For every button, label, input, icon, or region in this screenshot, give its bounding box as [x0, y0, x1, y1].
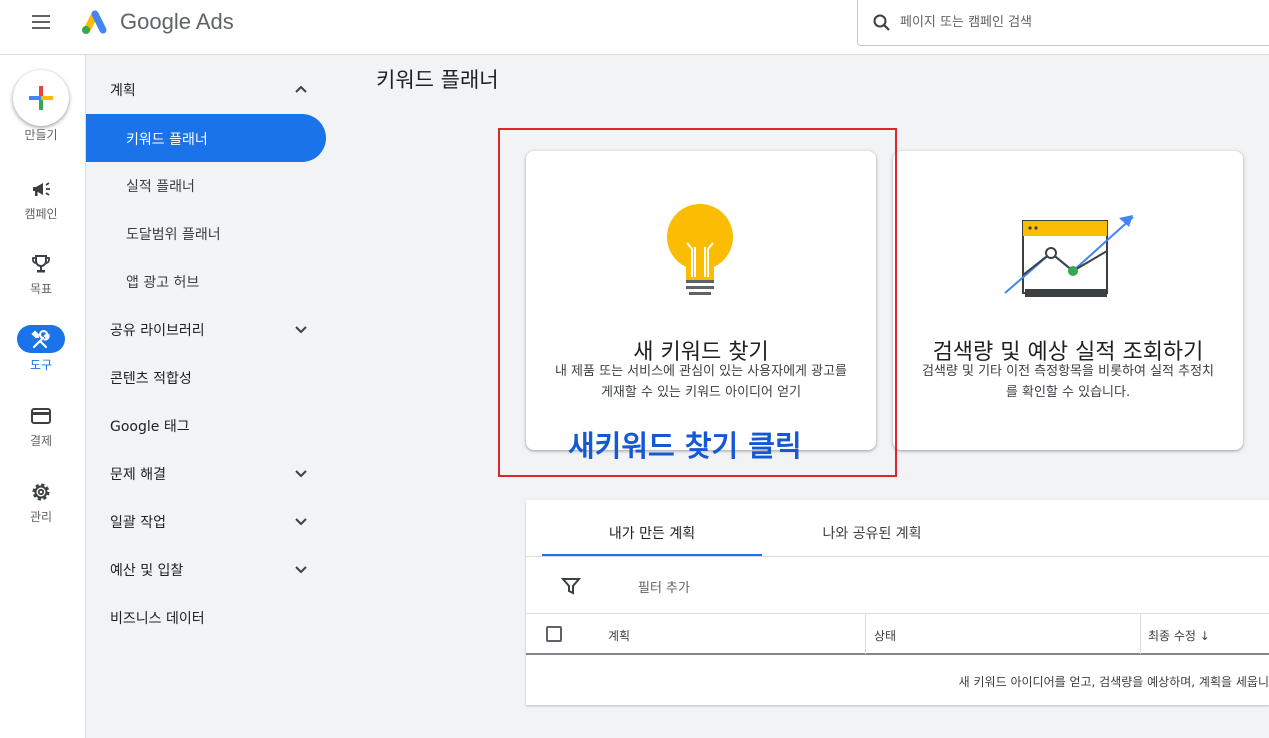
rail-item-label: 도구 [29, 358, 53, 372]
empty-state-message: 새 키워드 아이디어를 얻고, 검색량을 예상하며, 계획을 세웁니 [958, 675, 1269, 689]
search-volume-card[interactable]: 검색량 및 예상 실적 조회하기 검색량 및 기타 이전 측정항목을 비롯하여 … [893, 151, 1243, 450]
nav-item-label: 도달범위 플래너 [126, 227, 221, 243]
search-icon [873, 14, 890, 31]
column-divider [865, 614, 866, 654]
nav-item-reach-planner[interactable]: 도달범위 플래너 [86, 209, 326, 257]
tab-shared-plans[interactable]: 나와 공유된 계획 [762, 500, 982, 556]
nav-item-bulk-actions[interactable]: 일괄 작업 [86, 497, 326, 545]
rail-item-tools[interactable]: 도구 [0, 325, 82, 392]
nav-item-label: Google 태그 [110, 419, 190, 435]
filter-icon[interactable] [561, 576, 581, 596]
credit-card-icon [31, 408, 51, 424]
select-all-checkbox[interactable] [546, 626, 562, 642]
nav-item-performance-planner[interactable]: 실적 플래너 [86, 161, 326, 209]
column-header-plan[interactable]: 계획 [608, 627, 630, 644]
chevron-down-icon [295, 326, 307, 334]
app-name: Google Ads [120, 9, 234, 34]
chevron-down-icon [295, 566, 307, 574]
column-divider [1140, 614, 1141, 654]
nav-item-keyword-planner[interactable]: 키워드 플래너 [86, 114, 326, 162]
nav-item-label: 콘텐츠 적합성 [110, 371, 192, 387]
rail-item-label: 관리 [29, 510, 53, 524]
rail-item-campaigns[interactable]: 캠페인 [0, 177, 82, 241]
lightbulb-icon [667, 204, 733, 295]
trophy-icon [32, 255, 50, 273]
page-title: 키워드 플래너 [376, 68, 499, 92]
rail-item-admin[interactable]: 관리 [0, 480, 82, 544]
nav-item-budgets-bidding[interactable]: 예산 및 입찰 [86, 545, 326, 593]
google-ads-logo-icon[interactable] [78, 8, 110, 36]
rail-item-goals[interactable]: 목표 [0, 252, 82, 316]
plans-panel: 내가 만든 계획 나와 공유된 계획 필터 추가 계획 상태 최종 수정 ↓ 새… [526, 500, 1269, 705]
plus-icon [29, 86, 53, 110]
search-box[interactable] [857, 0, 1269, 46]
gear-icon [32, 483, 50, 501]
nav-item-label: 키워드 플래너 [126, 132, 208, 148]
tab-label: 나와 공유된 계획 [822, 526, 922, 542]
nav-item-app-ads-hub[interactable]: 앱 광고 허브 [86, 257, 326, 305]
chevron-down-icon [295, 518, 307, 526]
nav-item-planning[interactable]: 계획 [86, 65, 326, 113]
nav-item-label: 앱 광고 허브 [126, 275, 200, 291]
nav-item-label: 계획 [110, 83, 136, 99]
add-filter-button[interactable]: 필터 추가 [638, 577, 690, 596]
rail-item-billing[interactable]: 결제 [0, 404, 82, 468]
nav-item-google-tag[interactable]: Google 태그 [86, 401, 326, 449]
search-input[interactable] [900, 8, 1260, 36]
card-description: 내 제품 또는 서비스에 관심이 있는 사용자에게 광고를 게재할 수 있는 키… [554, 364, 848, 400]
create-label: 만들기 [24, 128, 58, 142]
rail-item-label: 캠페인 [24, 207, 58, 221]
find-keywords-card[interactable]: 새 키워드 찾기 내 제품 또는 서비스에 관심이 있는 사용자에게 광고를 게… [526, 151, 876, 450]
nav-item-label: 예산 및 입찰 [110, 563, 184, 579]
nav-item-troubleshooting[interactable]: 문제 해결 [86, 449, 326, 497]
rail-item-label: 결제 [29, 434, 53, 448]
tab-my-plans[interactable]: 내가 만든 계획 [542, 500, 762, 556]
tab-label: 내가 만든 계획 [608, 526, 696, 542]
nav-item-content-suitability[interactable]: 콘텐츠 적합성 [86, 353, 326, 401]
nav-item-label: 공유 라이브러리 [110, 323, 205, 339]
icon-rail: 만들기 캠페인 목표 도구 결제 관리 [0, 55, 86, 738]
menu-icon[interactable] [26, 10, 56, 36]
chart-trend-icon [1004, 215, 1134, 297]
nav-item-label: 실적 플래너 [126, 179, 195, 195]
chevron-up-icon [295, 85, 307, 93]
card-description: 검색량 및 기타 이전 측정항목을 비롯하여 실적 추정치를 확인할 수 있습니… [921, 364, 1215, 400]
rail-item-label: 목표 [29, 282, 53, 296]
chevron-down-icon [295, 470, 307, 478]
create-button[interactable] [13, 70, 69, 126]
tabs-divider [526, 556, 1269, 557]
tools-icon [31, 329, 50, 349]
megaphone-icon [33, 182, 50, 196]
nav-item-label: 문제 해결 [110, 467, 166, 483]
nav-item-business-data[interactable]: 비즈니스 데이터 [86, 593, 326, 641]
nav-item-label: 비즈니스 데이터 [110, 611, 205, 627]
table-header: 계획 상태 최종 수정 ↓ [526, 613, 1269, 655]
sub-navigation: 계획 키워드 플래너 실적 플래너 도달범위 플래너 앱 광고 허브 공유 라이… [86, 55, 340, 738]
nav-item-shared-library[interactable]: 공유 라이브러리 [86, 305, 326, 353]
top-bar: Google Ads [0, 0, 1269, 55]
column-header-last-modified[interactable]: 최종 수정 ↓ [1148, 627, 1210, 644]
column-header-status[interactable]: 상태 [874, 627, 896, 644]
nav-item-label: 일괄 작업 [110, 515, 166, 531]
